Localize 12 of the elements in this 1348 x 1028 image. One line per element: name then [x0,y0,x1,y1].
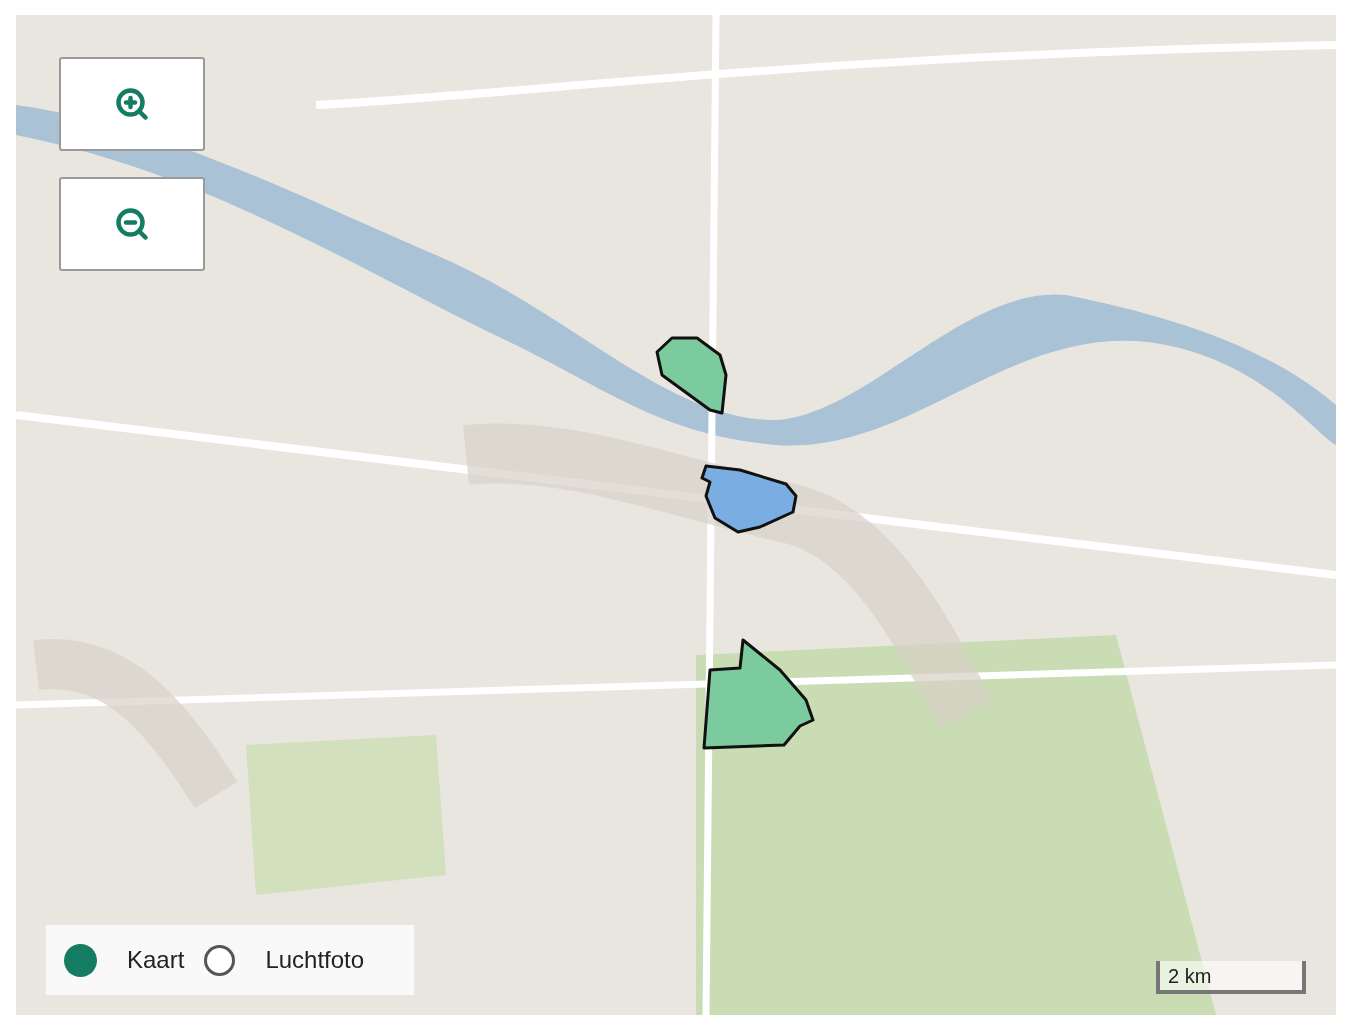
zoom-out-button[interactable] [59,177,205,271]
zoom-in-button[interactable] [59,57,205,151]
scale-label: 2 km [1168,963,1212,989]
radio-button[interactable] [64,943,97,977]
area-polygon[interactable] [655,336,728,415]
zoom-out-icon [114,206,150,242]
area-polygon[interactable] [702,638,815,750]
radio-button[interactable] [204,944,236,976]
radio-label[interactable]: Luchtfoto [265,942,365,978]
area-polygon[interactable] [700,464,798,534]
zoom-in-icon [114,86,150,122]
radio-label[interactable]: Kaart [127,942,185,978]
